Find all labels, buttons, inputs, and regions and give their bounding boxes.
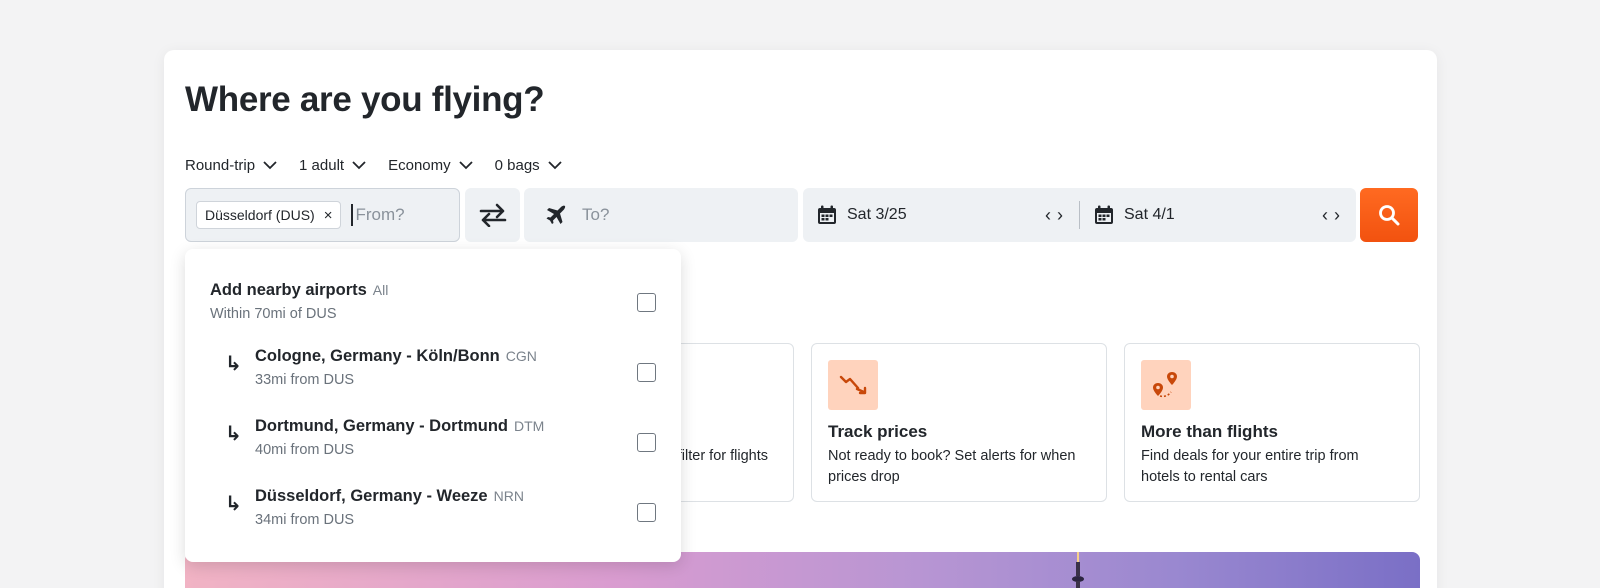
destination-input[interactable]	[582, 205, 762, 225]
remove-origin-icon[interactable]: ×	[324, 208, 333, 223]
nearby-airports-header: Add nearby airports All Within 70mi of DU…	[210, 281, 706, 322]
trip-type-label: Round-trip	[185, 156, 256, 174]
airport-distance: 33mi from DUS	[255, 372, 355, 388]
bags-label: 0 bags	[494, 156, 540, 174]
subdirectory-arrow-icon: ↳	[225, 353, 242, 375]
airport-code: NRN	[493, 488, 524, 504]
page-title: Where are you flying?	[185, 80, 545, 119]
airport-code: CGN	[505, 348, 537, 364]
plane-icon	[546, 205, 566, 224]
return-date[interactable]: Sat 4/1 ‹ ›	[1080, 188, 1356, 242]
bags-dropdown[interactable]: 0 bags	[495, 157, 562, 174]
map-pins-icon	[1141, 360, 1191, 410]
depart-date-label: Sat 3/25	[847, 206, 907, 223]
trip-type-dropdown[interactable]: Round-trip	[185, 157, 277, 174]
subdirectory-arrow-icon: ↳	[225, 493, 242, 515]
airport-code: DTM	[514, 418, 545, 434]
swap-arrows-icon	[479, 203, 506, 227]
nearby-all-label: All	[372, 282, 389, 298]
nearby-subtitle: Within 70mi of DUS	[210, 306, 337, 322]
airport-name: Dortmund, Germany - Dortmund DTM	[255, 417, 545, 435]
origin-field[interactable]: Düsseldorf (DUS) ×	[185, 188, 460, 242]
nearby-title: Add nearby airports	[210, 281, 367, 299]
search-button[interactable]	[1360, 188, 1418, 242]
subdirectory-arrow-icon: ↳	[225, 423, 242, 445]
price-drop-icon	[828, 360, 878, 410]
airport-checkbox[interactable]	[637, 433, 656, 452]
cabin-class-label: Economy	[388, 156, 451, 174]
tower-illustration	[1072, 552, 1084, 588]
dates-field: Sat 3/25 ‹ › Sat 4/1 ‹ ›	[803, 188, 1356, 242]
feature-description: Find deals for your entire trip from hot…	[1141, 448, 1359, 485]
airport-checkbox[interactable]	[637, 503, 656, 522]
origin-chip-label: Düsseldorf (DUS)	[205, 207, 315, 223]
return-next-day-icon[interactable]: ›	[1334, 205, 1340, 226]
depart-date[interactable]: Sat 3/25 ‹ ›	[803, 188, 1079, 242]
nearby-airports-dropdown: Add nearby airports All Within 70mi of DU…	[185, 249, 681, 562]
origin-chip: Düsseldorf (DUS) ×	[196, 201, 342, 229]
airport-checkbox[interactable]	[637, 363, 656, 382]
airport-name: Cologne, Germany - Köln/Bonn CGN	[255, 347, 537, 365]
return-prev-day-icon[interactable]: ‹	[1322, 205, 1328, 226]
depart-prev-day-icon[interactable]: ‹	[1045, 205, 1051, 226]
depart-next-day-icon[interactable]: ›	[1057, 205, 1063, 226]
swap-button[interactable]	[465, 188, 520, 242]
calendar-icon	[1095, 205, 1113, 224]
destination-field[interactable]	[524, 188, 798, 242]
airport-distance: 40mi from DUS	[255, 442, 355, 458]
nearby-all-checkbox[interactable]	[637, 293, 656, 312]
feature-description: filter for flights	[677, 448, 768, 464]
feature-card-track-prices: Track prices Not ready to book? Set aler…	[811, 343, 1107, 502]
search-icon	[1379, 205, 1400, 226]
chevron-down-icon	[352, 160, 366, 169]
feature-description: Not ready to book? Set alerts for when p…	[828, 448, 1076, 485]
travelers-dropdown[interactable]: 1 adult	[299, 157, 366, 174]
feature-title: Track prices	[828, 422, 928, 441]
return-date-label: Sat 4/1	[1124, 206, 1175, 223]
trip-options-bar: Round-trip 1 adult Economy 0 bags	[185, 154, 584, 176]
airport-distance: 34mi from DUS	[255, 512, 355, 528]
chevron-down-icon	[263, 160, 277, 169]
feature-title: More than flights	[1141, 422, 1278, 441]
chevron-down-icon	[458, 160, 473, 169]
travelers-label: 1 adult	[299, 156, 345, 174]
airport-name: Düsseldorf, Germany - Weeze NRN	[255, 487, 524, 505]
chevron-down-icon	[548, 160, 562, 169]
calendar-icon	[818, 205, 836, 224]
origin-input[interactable]	[351, 204, 452, 226]
feature-card-more-than-flights: More than flights Find deals for your en…	[1124, 343, 1420, 502]
cabin-class-dropdown[interactable]: Economy	[388, 157, 473, 174]
